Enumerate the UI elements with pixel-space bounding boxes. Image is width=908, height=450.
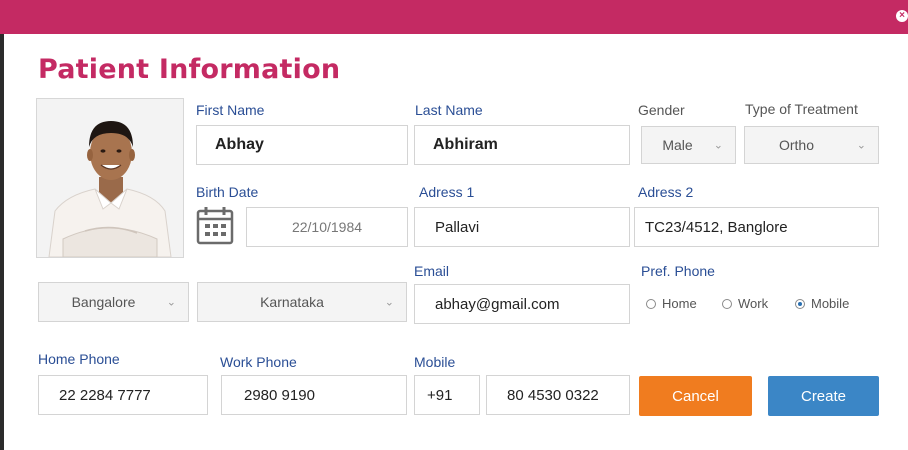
address2-value: TC23/4512, Banglore — [645, 218, 788, 236]
home-phone-value: 22 2284 7777 — [59, 386, 151, 404]
home-phone-label: Home Phone — [38, 351, 120, 367]
cancel-button[interactable]: Cancel — [639, 376, 752, 416]
address1-value: Pallavi — [435, 218, 480, 236]
chevron-down-icon: ⌄ — [856, 139, 866, 152]
mobile-country-code-field[interactable]: +91 — [414, 375, 480, 415]
create-button[interactable]: Create — [768, 376, 879, 416]
email-label: Email — [414, 263, 450, 279]
radio-unchecked-icon — [646, 298, 656, 309]
birth-date-label: Birth Date — [196, 184, 259, 200]
radio-unchecked-icon — [722, 298, 732, 309]
city-value: Bangalore — [71, 294, 136, 310]
first-name-value: Abhay — [215, 136, 264, 153]
gender-select[interactable]: Male ⌄ — [641, 126, 736, 164]
address1-field[interactable]: Pallavi — [414, 207, 630, 247]
pref-phone-radio-work[interactable]: Work — [722, 296, 768, 311]
page-title: Patient Information — [38, 54, 341, 85]
last-name-field[interactable]: Abhiram — [414, 125, 630, 165]
gender-label: Gender — [638, 102, 685, 118]
work-phone-label: Work Phone — [220, 354, 297, 370]
type-of-treatment-label: Type of Treatment — [745, 101, 858, 117]
mobile-code-value: +91 — [427, 386, 453, 404]
state-select[interactable]: Karnataka ⌄ — [197, 282, 407, 322]
pref-phone-radio-mobile[interactable]: Mobile — [795, 296, 849, 311]
person-avatar-icon — [37, 99, 183, 257]
radio-checked-icon — [795, 298, 805, 309]
radio-label-mobile: Mobile — [811, 296, 850, 311]
address1-label: Adress 1 — [419, 184, 475, 200]
patient-photo — [36, 98, 184, 258]
home-phone-field[interactable]: 22 2284 7777 — [38, 375, 208, 415]
mobile-number-field[interactable]: 80 4530 0322 — [486, 375, 630, 415]
treatment-select[interactable]: Ortho ⌄ — [744, 126, 879, 164]
address2-field[interactable]: TC23/4512, Banglore — [634, 207, 879, 247]
chevron-down-icon: ⌄ — [166, 296, 176, 309]
birth-date-value: 22/10/1984 — [291, 219, 363, 235]
address2-label: Adress 2 — [638, 184, 694, 200]
last-name-value: Abhiram — [433, 136, 498, 153]
work-phone-value: 2980 9190 — [244, 386, 315, 404]
close-icon[interactable]: × — [896, 10, 908, 22]
pref-phone-radio-home[interactable]: Home — [646, 296, 697, 311]
city-select[interactable]: Bangalore ⌄ — [38, 282, 189, 322]
radio-label-home: Home — [662, 296, 697, 311]
window-left-border — [0, 34, 4, 450]
radio-label-work: Work — [738, 296, 769, 311]
state-value: Karnataka — [260, 294, 324, 310]
window-title-bar: × — [0, 0, 908, 34]
last-name-label: Last Name — [415, 102, 483, 118]
mobile-label: Mobile — [414, 354, 456, 370]
first-name-label: First Name — [196, 102, 265, 118]
birth-date-field[interactable]: 22/10/1984 — [246, 207, 408, 247]
chevron-down-icon: ⌄ — [713, 139, 723, 152]
work-phone-field[interactable]: 2980 9190 — [221, 375, 407, 415]
pref-phone-label: Pref. Phone — [641, 263, 715, 279]
mobile-number-value: 80 4530 0322 — [507, 386, 599, 404]
email-field[interactable]: abhay@gmail.com — [414, 284, 630, 324]
email-value: abhay@gmail.com — [435, 295, 560, 313]
first-name-field[interactable]: Abhay — [196, 125, 408, 165]
chevron-down-icon: ⌄ — [384, 296, 394, 309]
gender-value: Male — [662, 137, 693, 153]
calendar-icon[interactable] — [196, 205, 236, 250]
treatment-value: Ortho — [778, 137, 814, 153]
